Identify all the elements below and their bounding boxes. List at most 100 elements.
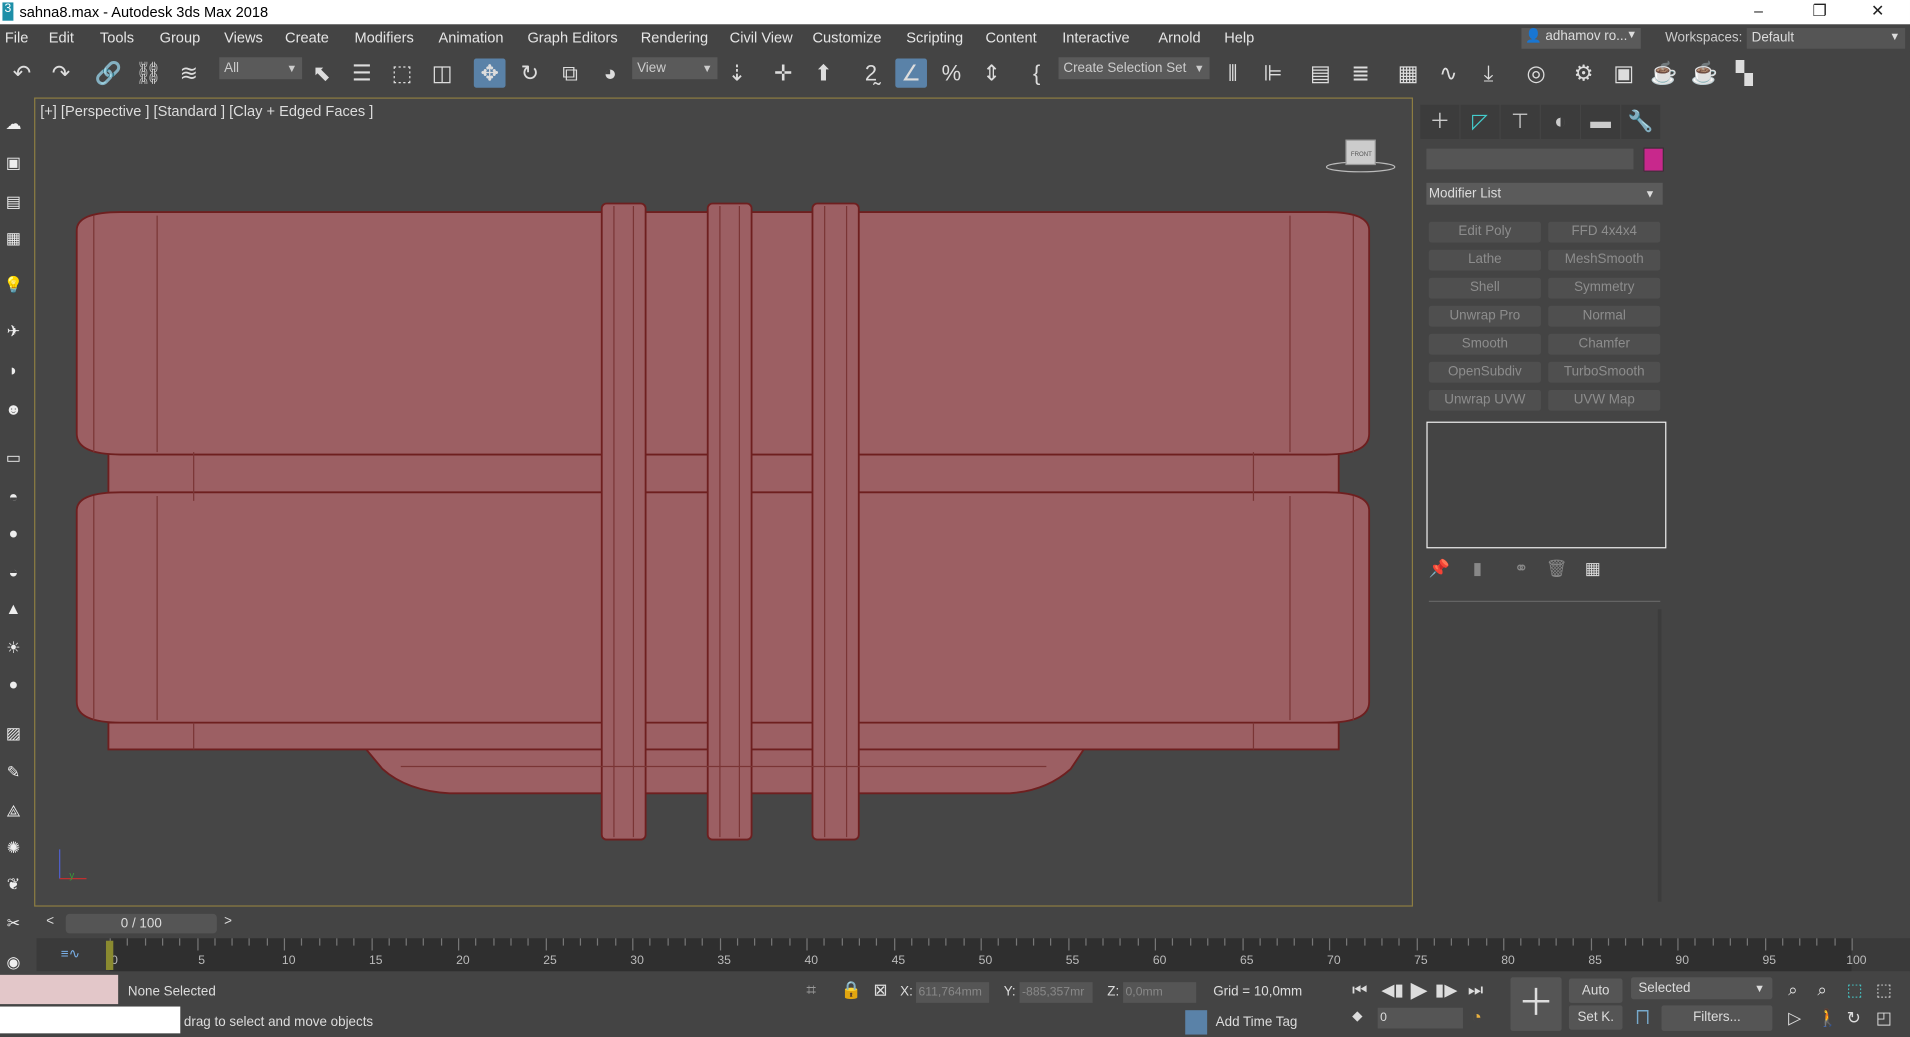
menu-help[interactable]: Help [1224, 29, 1254, 46]
workspace-dropdown[interactable]: Default ▼ [1746, 28, 1906, 49]
ball-icon[interactable]: ● [2, 675, 24, 697]
track-bar[interactable]: ≡∿ 0 5 10 15 20 25 30 35 40 45 50 55 60 65 70 75 80 85 90 9… [36, 938, 1910, 972]
prev-frame-arrow[interactable]: < [46, 914, 54, 929]
toggle-ribbon-icon[interactable]: ≣ [1345, 58, 1377, 87]
select-by-name-icon[interactable]: ☰ [346, 58, 378, 87]
spinner-snap-icon[interactable]: ⇕ [976, 58, 1008, 87]
scene-list-icon[interactable]: ▤ [2, 193, 24, 215]
menu-customize[interactable]: Customize [812, 29, 881, 46]
unlink-icon[interactable]: ⛓ [133, 58, 165, 87]
mirror-icon[interactable]: ⫴ [1217, 58, 1249, 87]
tab-hierarchy[interactable]: ⊤ [1500, 104, 1540, 139]
minimize-button[interactable]: – [1754, 1, 1763, 19]
align-icon[interactable]: ⊫ [1257, 58, 1289, 87]
tab-display[interactable]: ▬ [1581, 104, 1621, 139]
vertex-paint-icon[interactable]: ⟁ [2, 802, 24, 824]
modifier-stack[interactable] [1426, 421, 1667, 549]
current-frame-field[interactable]: 0 [1377, 1007, 1463, 1029]
modifier-button-turbosmooth[interactable]: TurboSmooth [1548, 361, 1661, 383]
go-to-end-button[interactable]: ⏭ [1468, 980, 1483, 1001]
people-tools-icon[interactable]: ☻ [2, 400, 24, 422]
maximize-viewport-icon[interactable]: ◰ [1876, 1008, 1892, 1029]
render-in-cloud-icon[interactable]: ▚ [1728, 58, 1760, 87]
play-button[interactable]: ▶ [1411, 977, 1428, 1003]
modifier-button-chamfer[interactable]: Chamfer [1548, 333, 1661, 355]
link-icon[interactable]: 🔗 [93, 58, 125, 87]
hair-icon[interactable]: ✂ [2, 914, 24, 936]
next-frame-arrow[interactable]: > [224, 914, 232, 929]
zoom-all-icon[interactable]: ⌕ [1817, 980, 1827, 1001]
render-icon[interactable]: ☕ [1648, 58, 1680, 87]
field-of-view-icon[interactable]: ▷ [1788, 1008, 1801, 1029]
material-editor-icon[interactable]: ◎ [1520, 58, 1552, 87]
object-name-field[interactable] [1426, 148, 1634, 170]
z-coordinate-field[interactable]: 0,0mm [1123, 982, 1197, 1003]
sun-light-icon[interactable]: ☀ [2, 639, 24, 661]
percent-snap-icon[interactable]: % [936, 58, 968, 87]
light-lister-icon[interactable]: 💡 [2, 275, 24, 297]
zoom-extents-all-icon[interactable]: ⬚ [1876, 980, 1892, 1001]
modifier-button-uvw-map[interactable]: UVW Map [1548, 389, 1661, 411]
orbit-icon[interactable]: ↻ [1847, 1008, 1861, 1029]
configure-modifier-sets-icon[interactable]: ▦ [1585, 558, 1601, 579]
schematic-view-icon[interactable]: ⤓ [1473, 58, 1505, 87]
zoom-icon[interactable]: ⌕ [1788, 980, 1798, 1001]
zoom-extents-icon[interactable]: ⬚ [1847, 980, 1863, 1001]
rendered-frame-window-icon[interactable]: ▣ [1608, 58, 1640, 87]
modifier-button-shell[interactable]: Shell [1428, 277, 1541, 299]
modifier-button-symmetry[interactable]: Symmetry [1548, 277, 1661, 299]
undo-icon[interactable]: ↶ [6, 58, 38, 87]
named-selection-set-dropdown[interactable]: Create Selection Set ▼ [1058, 57, 1210, 80]
selection-filter-dropdown[interactable]: All ▼ [219, 57, 303, 80]
select-and-place-icon[interactable]: ◕ [594, 58, 626, 87]
modifier-button-lathe[interactable]: Lathe [1428, 249, 1541, 271]
object-color-swatch[interactable] [1643, 147, 1664, 172]
select-and-rotate-icon[interactable]: ↻ [514, 58, 546, 87]
go-to-start-button[interactable]: ⏮ [1352, 980, 1367, 1001]
make-unique-icon[interactable]: ⚭ [1514, 558, 1528, 579]
add-time-tag[interactable]: Add Time Tag [1216, 1015, 1298, 1030]
select-and-scale-icon[interactable]: ⧉ [554, 58, 586, 87]
pivot-center-icon[interactable]: ⇣ [721, 58, 753, 87]
tab-create[interactable]: ＋ [1420, 104, 1460, 139]
render-iterative-icon[interactable]: ☕ [1688, 58, 1720, 87]
box-model[interactable] [35, 99, 1411, 906]
menu-civil-view[interactable]: Civil View [730, 29, 793, 46]
tab-motion[interactable]: ◐ [1540, 104, 1580, 139]
show-end-result-icon[interactable]: ▮ [1473, 558, 1482, 579]
x-coordinate-field[interactable]: 611,764mm [916, 982, 990, 1003]
redo-icon[interactable]: ↷ [45, 58, 77, 87]
menu-graph-editors[interactable]: Graph Editors [527, 29, 617, 46]
menu-create[interactable]: Create [285, 29, 329, 46]
curve-editor-icon[interactable]: ≡∿ [61, 946, 80, 962]
time-slider[interactable]: < 0 / 100 > [37, 911, 1413, 935]
panel-scrollbar[interactable] [1657, 609, 1662, 902]
next-frame-button[interactable]: ▮▶ [1435, 980, 1458, 1001]
menu-group[interactable]: Group [160, 29, 201, 46]
reference-coordinate-dropdown[interactable]: View ▼ [632, 57, 718, 80]
selection-lock-icon[interactable]: 🔒 [840, 980, 861, 1001]
grid-list-icon[interactable]: ▦ [2, 229, 24, 251]
globe-icon[interactable]: ✺ [2, 838, 24, 860]
walkthrough-icon[interactable]: 🚶 [1817, 1008, 1838, 1029]
menu-modifiers[interactable]: Modifiers [354, 29, 413, 46]
layer-explorer-icon[interactable]: ▤ [1305, 58, 1337, 87]
render-setup-icon[interactable]: ⚙ [1568, 58, 1600, 87]
current-frame-marker[interactable] [105, 940, 114, 970]
audio-tools-icon[interactable]: ◗ [2, 361, 24, 383]
modifier-button-unwrap-uvw[interactable]: Unwrap UVW [1428, 389, 1541, 411]
track-ruler[interactable]: 0 5 10 15 20 25 30 35 40 45 50 55 60 65 70 75 80 85 90 95 10… [105, 938, 1867, 972]
modifier-button-edit-poly[interactable]: Edit Poly [1428, 221, 1541, 243]
camera-tools-icon[interactable]: ✈ [2, 322, 24, 344]
menu-interactive[interactable]: Interactive [1062, 29, 1129, 46]
menu-views[interactable]: Views [224, 29, 263, 46]
rectangular-selection-icon[interactable]: ⬚ [386, 58, 418, 87]
snaps-toggle-icon[interactable]: 2̰ [855, 58, 887, 87]
modifier-list-dropdown[interactable]: Modifier List ▼ [1426, 182, 1663, 205]
render-preview-icon[interactable]: ▣ [2, 154, 24, 176]
auto-key-button[interactable]: Auto [1568, 978, 1623, 1003]
maxscript-listener[interactable] [0, 974, 119, 1005]
key-mode-toggle[interactable]: ◆ [1352, 1008, 1362, 1024]
set-key-big-button[interactable]: ＋ [1510, 977, 1562, 1031]
box-primitive-icon[interactable]: ▭ [2, 448, 24, 470]
